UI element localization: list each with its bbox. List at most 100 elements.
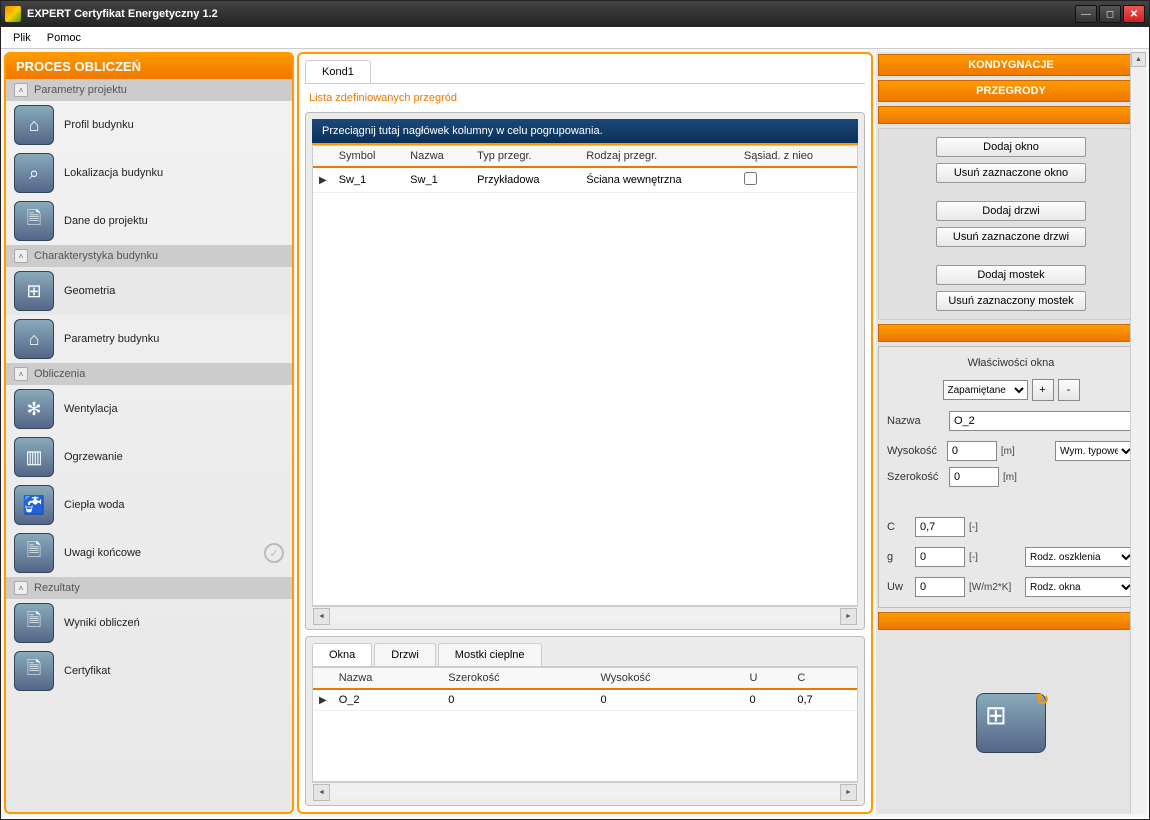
delete-door-button[interactable]: Usuń zaznaczone drzwi	[936, 227, 1086, 247]
section-head-rezultaty[interactable]: ˄ Rezultaty	[6, 577, 292, 599]
g-unit: [-]	[969, 552, 1021, 563]
width-input[interactable]	[949, 467, 999, 487]
add-door-button[interactable]: Dodaj drzwi	[936, 201, 1086, 221]
name-label: Nazwa	[887, 415, 945, 427]
add-window-button[interactable]: Dodaj okno	[936, 137, 1086, 157]
section-label: Obliczenia	[34, 368, 85, 380]
uw-unit: [W/m2*K]	[969, 582, 1021, 593]
menu-help[interactable]: Pomoc	[39, 30, 89, 46]
col-wys[interactable]: Wysokość	[594, 668, 743, 689]
windows-grid[interactable]: Nazwa Szerokość Wysokość U C ▶ O_2 0 0	[312, 667, 858, 782]
delete-window-button[interactable]: Usuń zaznaczone okno	[936, 163, 1086, 183]
cell-nazwa[interactable]: O_2	[333, 689, 443, 711]
horizontal-scrollbar[interactable]	[312, 606, 858, 623]
nav-certyfikat[interactable]: 🗎Certyfikat	[6, 647, 292, 695]
nav-dane-projektu[interactable]: 🗎Dane do projektu	[6, 197, 292, 245]
row-indicator-icon: ▶	[313, 167, 333, 193]
c-input[interactable]	[915, 517, 965, 537]
close-button[interactable]: ✕	[1123, 5, 1145, 23]
cell-c[interactable]: 0,7	[791, 689, 857, 711]
calculate-area	[878, 634, 1144, 812]
name-input[interactable]	[949, 411, 1135, 431]
nav-geometria[interactable]: ⊞Geometria	[6, 267, 292, 315]
document-icon: 🗎	[14, 603, 54, 643]
document-icon: 🗎	[14, 201, 54, 241]
minus-button[interactable]: -	[1058, 379, 1080, 401]
kondygnacje-button[interactable]: KONDYGNACJE	[878, 54, 1144, 76]
glazing-select[interactable]: Rodz. oszklenia	[1025, 547, 1135, 567]
nav-wyniki[interactable]: 🗎Wyniki obliczeń	[6, 599, 292, 647]
add-bridge-button[interactable]: Dodaj mostek	[936, 265, 1086, 285]
col-typ[interactable]: Typ przegr.	[471, 146, 580, 167]
cell-symbol[interactable]: Sw_1	[333, 167, 404, 193]
scroll-up-icon[interactable]: ▲	[1131, 52, 1146, 67]
nav-lokalizacja[interactable]: ⌕Lokalizacja budynku	[6, 149, 292, 197]
vertical-scrollbar[interactable]: ▲	[1130, 52, 1146, 814]
g-input[interactable]	[915, 547, 965, 567]
cell-szer[interactable]: 0	[442, 689, 594, 711]
nav-ogrzewanie[interactable]: ▥Ogrzewanie	[6, 433, 292, 481]
tab-kond1[interactable]: Kond1	[305, 60, 371, 83]
height-unit: [m]	[1001, 446, 1051, 457]
table-row[interactable]: ▶ O_2 0 0 0 0,7	[313, 689, 857, 711]
sub-grid-wrap: Okna Drzwi Mostki cieplne Nazwa Szerokoś…	[305, 636, 865, 806]
section-head-charakterystyka[interactable]: ˄ Charakterystyka budynku	[6, 245, 292, 267]
nav-uwagi-koncowe[interactable]: 🗎Uwagi końcowe✓	[6, 529, 292, 577]
row-indicator-icon: ▶	[313, 689, 333, 711]
separator-strip	[878, 612, 1144, 630]
nav-parametry-budynku[interactable]: ⌂Parametry budynku	[6, 315, 292, 363]
col-u[interactable]: U	[743, 668, 791, 689]
sasiad-checkbox[interactable]	[744, 172, 757, 185]
height-label: Wysokość	[887, 445, 943, 457]
height-input[interactable]	[947, 441, 997, 461]
section-head-parametry-projektu[interactable]: ˄ Parametry projektu	[6, 79, 292, 101]
tab-okna[interactable]: Okna	[312, 643, 372, 666]
window-controls: — ◻ ✕	[1075, 5, 1145, 23]
window-type-select[interactable]: Rodz. okna	[1025, 577, 1135, 597]
dim-typical-select[interactable]: Wym. typowe	[1055, 441, 1135, 461]
partitions-grid[interactable]: Symbol Nazwa Typ przegr. Rodzaj przegr. …	[312, 145, 858, 606]
separator-strip	[878, 324, 1144, 342]
cell-rodzaj[interactable]: Ściana wewnętrzna	[580, 167, 738, 193]
przegrody-button[interactable]: PRZEGRODY	[878, 80, 1144, 102]
partitions-grid-wrap: Przeciągnij tutaj nagłówek kolumny w cel…	[305, 112, 865, 630]
menu-file[interactable]: Plik	[5, 30, 39, 46]
width-unit: [m]	[1003, 472, 1055, 483]
table-row[interactable]: ▶ Sw_1 Sw_1 Przykładowa Ściana wewnętrzn…	[313, 167, 857, 193]
cell-sasiad[interactable]	[738, 167, 857, 193]
maximize-button[interactable]: ◻	[1099, 5, 1121, 23]
chevron-icon: ˄	[14, 367, 28, 381]
col-nazwa[interactable]: Nazwa	[333, 668, 443, 689]
check-icon: ✓	[264, 543, 284, 563]
delete-bridge-button[interactable]: Usuń zaznaczony mostek	[936, 291, 1086, 311]
col-nazwa[interactable]: Nazwa	[404, 146, 471, 167]
floor-tabs: Kond1	[305, 60, 865, 84]
uw-input[interactable]	[915, 577, 965, 597]
cell-typ[interactable]: Przykładowa	[471, 167, 580, 193]
cell-nazwa[interactable]: Sw_1	[404, 167, 471, 193]
application-window: EXPERT Certyfikat Energetyczny 1.2 — ◻ ✕…	[0, 0, 1150, 820]
col-symbol[interactable]: Symbol	[333, 146, 404, 167]
nav-wentylacja[interactable]: ✻Wentylacja	[6, 385, 292, 433]
section-label: Rezultaty	[34, 582, 80, 594]
group-bar[interactable]: Przeciągnij tutaj nagłówek kolumny w cel…	[312, 119, 858, 145]
col-c[interactable]: C	[791, 668, 857, 689]
cell-wys[interactable]: 0	[594, 689, 743, 711]
tab-mostki[interactable]: Mostki cieplne	[438, 643, 542, 666]
col-rodzaj[interactable]: Rodzaj przegr.	[580, 146, 738, 167]
col-sasiad[interactable]: Sąsiad. z nieo	[738, 146, 857, 167]
cell-u[interactable]: 0	[743, 689, 791, 711]
plus-button[interactable]: +	[1032, 379, 1054, 401]
nav-ciepla-woda[interactable]: 🚰Ciepła woda	[6, 481, 292, 529]
uw-label: Uw	[887, 581, 911, 593]
grid-icon: ⊞	[14, 271, 54, 311]
titlebar: EXPERT Certyfikat Energetyczny 1.2 — ◻ ✕	[1, 1, 1149, 27]
calculate-icon[interactable]	[976, 693, 1046, 753]
memorized-select[interactable]: Zapamiętane	[943, 380, 1028, 400]
col-szer[interactable]: Szerokość	[442, 668, 594, 689]
nav-profil-budynku[interactable]: ⌂Profil budynku	[6, 101, 292, 149]
horizontal-scrollbar[interactable]	[312, 782, 858, 799]
minimize-button[interactable]: —	[1075, 5, 1097, 23]
tab-drzwi[interactable]: Drzwi	[374, 643, 436, 666]
section-head-obliczenia[interactable]: ˄ Obliczenia	[6, 363, 292, 385]
